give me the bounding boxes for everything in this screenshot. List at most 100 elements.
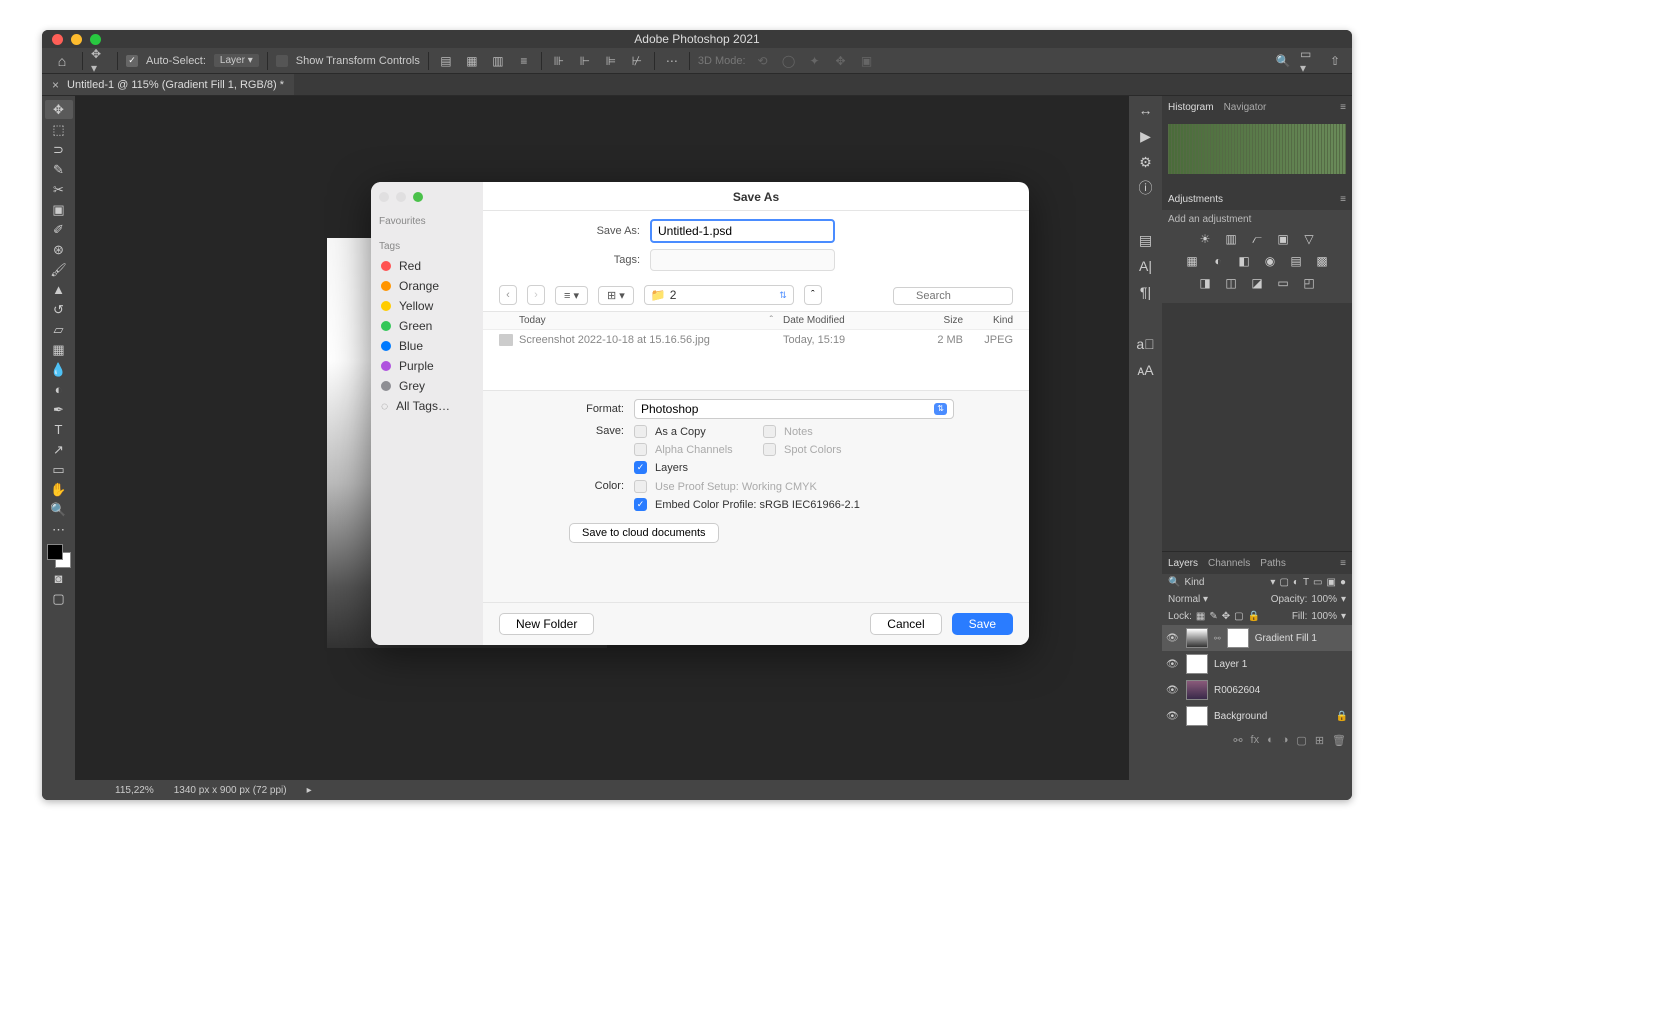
col-kind[interactable]: Kind (963, 315, 1013, 326)
status-more[interactable]: ▸ (307, 785, 312, 796)
new-group-icon[interactable]: ▢ (1296, 734, 1306, 747)
panel-menu-icon[interactable]: ≡ (1340, 102, 1346, 113)
zoom-tool[interactable]: 🔍 (45, 500, 73, 519)
tag-red[interactable]: Red (379, 256, 475, 276)
layer-visibility-icon[interactable]: 👁 (1166, 711, 1180, 722)
share-icon[interactable]: ⇧ (1326, 52, 1344, 70)
tab-channels[interactable]: Channels (1208, 558, 1250, 569)
file-list[interactable]: Screenshot 2022-10-18 at 15.16.56.jpg To… (483, 330, 1029, 390)
new-adjustment-icon[interactable]: ◑ (1282, 734, 1289, 746)
tab-navigator[interactable]: Navigator (1224, 102, 1267, 113)
move-tool-icon[interactable]: ✥ ▾ (91, 52, 109, 70)
zoom-level[interactable]: 115,22% (115, 785, 154, 796)
gradient-tool[interactable]: ▦ (45, 340, 73, 359)
lock-position-icon[interactable]: ✎ (1209, 611, 1217, 622)
dialog-zoom-button[interactable] (413, 192, 423, 202)
ribbon-info-icon[interactable]: ⓘ (1136, 178, 1156, 198)
distribute-4-icon[interactable]: ⊬ (628, 52, 646, 70)
layer-row[interactable]: 👁⚯Gradient Fill 1 (1162, 625, 1352, 651)
lasso-tool[interactable]: ⊃ (45, 140, 73, 159)
opacity-value[interactable]: 100% (1311, 594, 1337, 605)
kind-filter[interactable]: Kind (1184, 577, 1204, 588)
ribbon-layer-comps-icon[interactable]: ▤ (1136, 230, 1156, 250)
stamp-tool[interactable]: ▲ (45, 280, 73, 299)
tag-yellow[interactable]: Yellow (379, 296, 475, 316)
adj-lookup-icon[interactable]: ▩ (1314, 253, 1330, 269)
cancel-button[interactable]: Cancel (870, 613, 941, 635)
view-list-button[interactable]: ≡ ▾ (555, 286, 588, 305)
new-folder-button[interactable]: New Folder (499, 613, 594, 635)
window-minimize-button[interactable] (71, 34, 82, 45)
adj-hue-icon[interactable]: ▦ (1184, 253, 1200, 269)
layers-checkbox[interactable]: ✓ (634, 461, 647, 474)
embed-profile-checkbox[interactable]: ✓ (634, 498, 647, 511)
crop-tool[interactable]: ✂ (45, 180, 73, 199)
lock-artboard-icon[interactable]: ▢ (1234, 611, 1243, 622)
new-layer-icon[interactable]: ⊞ (1315, 734, 1324, 747)
adj-curves-icon[interactable]: ⦧ (1249, 231, 1265, 247)
distribute-1-icon[interactable]: ⊪ (550, 52, 568, 70)
layer-name[interactable]: Background (1214, 711, 1267, 722)
foreground-color[interactable] (47, 544, 63, 560)
edit-toolbar[interactable]: ⋯ (45, 520, 73, 539)
align-more-icon[interactable]: ≡ (515, 52, 533, 70)
pen-tool[interactable]: ✒ (45, 400, 73, 419)
filter-image-icon[interactable]: ▢ (1279, 577, 1288, 588)
hand-tool[interactable]: ✋ (45, 480, 73, 499)
ribbon-glyphs-icon[interactable]: a⃞ (1136, 334, 1156, 354)
filter-toggle[interactable]: ● (1340, 577, 1346, 588)
layer-visibility-icon[interactable]: 👁 (1166, 659, 1180, 670)
sort-indicator-icon[interactable]: ˆ (770, 315, 773, 326)
type-tool[interactable]: T (45, 420, 73, 439)
tag-blue[interactable]: Blue (379, 336, 475, 356)
search-icon[interactable]: 🔍 (1274, 52, 1292, 70)
tag-grey[interactable]: Grey (379, 376, 475, 396)
auto-select-target[interactable]: Layer ▾ (214, 54, 259, 67)
layer-visibility-icon[interactable]: 👁 (1166, 685, 1180, 696)
tab-paths[interactable]: Paths (1260, 558, 1286, 569)
window-close-button[interactable] (52, 34, 63, 45)
layer-row[interactable]: 👁 Layer 1 (1162, 651, 1352, 677)
adj-levels-icon[interactable]: ▥ (1223, 231, 1239, 247)
layer-mask-thumbnail[interactable] (1227, 628, 1249, 648)
healing-tool[interactable]: ⊛ (45, 240, 73, 259)
all-tags-item[interactable]: ◌ All Tags… (379, 396, 475, 416)
nav-back-button[interactable]: ‹ (499, 285, 517, 305)
document-dimensions[interactable]: 1340 px x 900 px (72 ppi) (174, 785, 287, 796)
history-brush-tool[interactable]: ↺ (45, 300, 73, 319)
distribute-3-icon[interactable]: ⊫ (602, 52, 620, 70)
panel-menu-icon[interactable]: ≡ (1340, 194, 1346, 205)
align-right-icon[interactable]: ▥ (489, 52, 507, 70)
tag-orange[interactable]: Orange (379, 276, 475, 296)
nav-up-button[interactable]: ˆ (804, 285, 822, 305)
show-transform-checkbox[interactable] (276, 55, 288, 67)
saveas-input[interactable] (650, 219, 835, 243)
tab-adjustments[interactable]: Adjustments (1168, 194, 1223, 205)
format-select[interactable]: Photoshop ⇅ (634, 399, 954, 419)
view-group-button[interactable]: ⊞ ▾ (598, 286, 634, 305)
screenmode-tool[interactable]: ▢ (45, 589, 73, 608)
tab-close-button[interactable]: × (52, 78, 59, 92)
eraser-tool[interactable]: ▱ (45, 320, 73, 339)
filter-type-icon[interactable]: T (1303, 577, 1309, 588)
adj-brightness-icon[interactable]: ☀ (1197, 231, 1213, 247)
fill-value[interactable]: 100% (1311, 611, 1337, 622)
layer-thumbnail[interactable] (1186, 680, 1208, 700)
lock-move-icon[interactable]: ✥ (1222, 611, 1230, 622)
layer-name[interactable]: R0062604 (1214, 685, 1260, 696)
layer-visibility-icon[interactable]: 👁 (1166, 633, 1180, 644)
color-swatch[interactable] (47, 544, 71, 568)
tags-input[interactable] (650, 249, 835, 271)
col-date[interactable]: Date Modified (783, 315, 903, 326)
nav-forward-button[interactable]: › (527, 285, 545, 305)
document-tab[interactable]: × Untitled-1 @ 115% (Gradient Fill 1, RG… (42, 74, 294, 95)
more-options-icon[interactable]: ⋯ (663, 52, 681, 70)
dodge-tool[interactable]: ◐ (45, 380, 73, 399)
filter-adjust-icon[interactable]: ◐ (1293, 577, 1299, 588)
tab-histogram[interactable]: Histogram (1168, 102, 1214, 113)
layer-thumbnail[interactable] (1186, 654, 1208, 674)
blend-mode-select[interactable]: Normal ▾ (1168, 594, 1267, 605)
ribbon-character-icon[interactable]: A| (1136, 256, 1156, 276)
layer-name[interactable]: Layer 1 (1214, 659, 1247, 670)
adj-vibrance-icon[interactable]: ▽ (1301, 231, 1317, 247)
